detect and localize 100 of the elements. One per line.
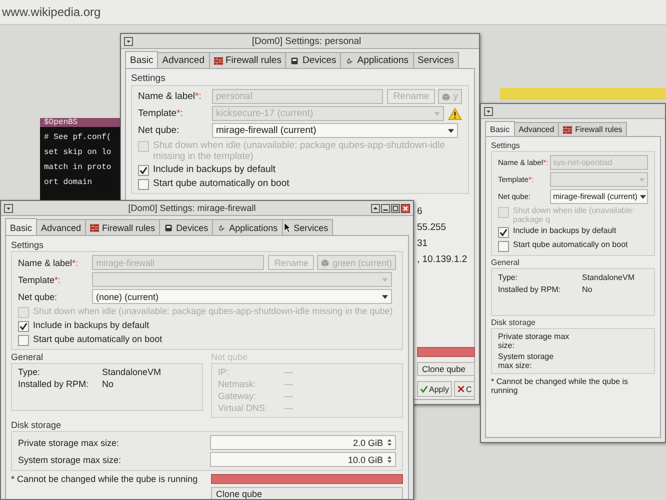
terminal-line: # See pf.conf( (44, 133, 112, 142)
tab[interactable]: Devices (159, 219, 214, 235)
info-value: No (582, 284, 592, 295)
close-button[interactable] (401, 204, 410, 212)
applications-icon (217, 224, 226, 232)
terminal-line: match in proto (44, 163, 112, 172)
tab[interactable]: Applications (340, 52, 414, 68)
window-title: [Dom0] Settings: mirage-firewall (127, 203, 257, 213)
net-info-value: 55.255 (417, 222, 448, 233)
cube-icon (442, 92, 450, 100)
spinner-arrows-icon (387, 455, 392, 464)
size-spinbox[interactable]: 10.0 GiB (210, 452, 396, 467)
checkbox[interactable] (138, 165, 149, 176)
group-title: Disk storage (11, 420, 62, 430)
checkbox-label: Shut down when idle (unavailable: package qubes-app-shutdown-idle missing in the template) (153, 140, 446, 162)
checkbox[interactable] (498, 241, 509, 252)
note-text: * Cannot be changed while the qube is running (11, 474, 199, 484)
dropdown-arrow-icon (434, 112, 440, 116)
info-value: — (284, 367, 293, 378)
group-title: Settings (131, 73, 166, 84)
tab[interactable]: Advanced (36, 219, 86, 235)
field-label: Name & label*: (138, 91, 202, 102)
group-title: General (11, 352, 44, 362)
group-title: Settings (491, 141, 520, 150)
checkbox-label: Start qube automatically on boot (153, 178, 290, 189)
size-spinbox[interactable]: 2.0 GiB (210, 435, 396, 450)
group-title: General (491, 258, 520, 267)
cross-icon (457, 385, 466, 393)
dropdown-arrow-icon (640, 194, 646, 198)
checkbox-label: Include in backups by default (33, 320, 150, 330)
checkbox-label: Start qube automatically on boot (33, 334, 162, 344)
info-value: — (284, 391, 293, 402)
net-info-value: , 10.139.1.2 (417, 254, 468, 265)
dropdown[interactable]: (none) (current) (92, 289, 392, 304)
minimize-button[interactable] (381, 204, 390, 212)
info-value: StandaloneVM (582, 272, 634, 283)
field-label: Name & label*: (18, 258, 80, 268)
window-title: [Dom0] Settings: personal (250, 36, 362, 46)
field-label: Net qube: (138, 125, 180, 136)
cube-icon (321, 258, 330, 266)
tab[interactable]: Applications (212, 219, 283, 235)
storage-label: Private storage max size: (18, 438, 120, 448)
tab[interactable]: Advanced (157, 52, 210, 68)
dropdown-arrow-icon (382, 278, 388, 282)
tab[interactable]: Firewall rules (85, 219, 160, 235)
field-label: Template*: (18, 274, 62, 284)
checkbox-label: Include in backups by default (153, 164, 276, 175)
info-value: — (284, 403, 293, 414)
tab[interactable]: Firewall rules (558, 122, 628, 136)
tab[interactable]: Basic (485, 121, 515, 136)
clone-button[interactable]: Clone qube (417, 362, 475, 376)
note-text: * Cannot be changed while the qube is running (491, 377, 629, 395)
mouse-pointer-icon (284, 222, 291, 233)
tab[interactable]: Basic (125, 51, 158, 68)
device-icon (290, 56, 300, 64)
shade-button[interactable] (371, 204, 380, 212)
checkbox[interactable] (138, 179, 149, 190)
info-label: Virtual DNS: (218, 403, 268, 414)
applications-icon (345, 56, 354, 64)
net-info-value: 31 (417, 238, 429, 249)
window-menu-button[interactable] (484, 106, 493, 116)
spinner-arrows-icon (387, 438, 392, 447)
net-info-value: 6 (417, 206, 424, 217)
tab[interactable]: Services (412, 52, 459, 68)
tab[interactable]: Advanced (514, 122, 560, 136)
checkbox-label: Start qube automatically on boot (513, 240, 628, 249)
info-label: Gateway: (218, 391, 258, 402)
storage-label: Private storage max size: (498, 332, 570, 350)
group-title: Settings (11, 240, 44, 250)
checkbox-label: Shut down when idle (unavailable: package qubes-app-shutdown-idle missing in the qube) (33, 306, 393, 316)
dropdown[interactable]: mirage-firewall (current) (212, 123, 458, 138)
window-menu-button[interactable] (4, 204, 13, 212)
dropdown-arrow-icon (382, 294, 388, 298)
window-menu-button[interactable] (124, 36, 133, 46)
brick-wall-icon (90, 224, 100, 232)
dropdown-arrow-icon (639, 178, 645, 182)
checkbox[interactable] (18, 321, 29, 332)
tab[interactable]: Firewall rules (208, 52, 286, 68)
info-label: Type: (18, 367, 42, 378)
dropdown[interactable]: mirage-firewall (current) (550, 189, 648, 204)
tab[interactable]: Basic (5, 218, 38, 235)
tab[interactable]: Services (282, 219, 334, 235)
info-value: — (284, 379, 293, 390)
dropdown-arrow-icon (448, 128, 454, 132)
maximize-button[interactable] (391, 204, 400, 212)
terminal-line: set skip on lo (44, 148, 112, 157)
checkbox[interactable] (18, 335, 29, 346)
info-label: Type: (498, 272, 519, 283)
info-label: Installed by RPM: (498, 284, 562, 295)
checkbox-label: Shut down when idle (unavailable: package q (513, 206, 636, 224)
apply-button[interactable]: Apply (417, 381, 452, 397)
cancel-button[interactable]: C (454, 381, 475, 397)
storage-label: System storage max size: (18, 454, 122, 464)
checkbox[interactable] (498, 227, 509, 238)
terminal-line: ort domain (44, 178, 94, 187)
clone-button[interactable]: Clone qube (211, 487, 403, 499)
field-label: Net qube: (18, 292, 58, 302)
tab[interactable]: Devices (285, 52, 342, 68)
url-text[interactable]: www.wikipedia.org (2, 5, 101, 19)
info-value: StandaloneVM (102, 367, 162, 378)
